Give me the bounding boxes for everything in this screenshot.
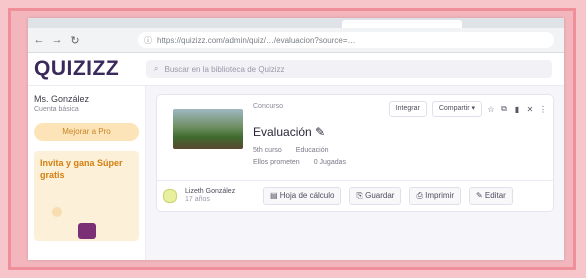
print-label: Imprimir [425, 191, 454, 200]
address-text: https://quizizz.com/admin/quiz/…/evaluac… [157, 35, 356, 45]
bookmark-icon[interactable]: ▮ [513, 105, 521, 114]
edit-pencil-icon[interactable]: ✎ [315, 125, 325, 139]
tab-strip [28, 18, 564, 28]
author-info: Lizeth González 17 años [185, 188, 255, 204]
search-input[interactable]: ⌕ Buscar en la biblioteca de Quizizz [146, 60, 552, 78]
quiz-type: Concurso [253, 103, 283, 110]
quiz-title: Evaluación ✎ [253, 125, 325, 139]
share-button[interactable]: Compartir ▾ [431, 101, 482, 117]
print-button[interactable]: ⎙ Imprimir [409, 187, 461, 205]
site-info-icon[interactable]: ⓘ [144, 35, 152, 46]
browser-toolbar: ← → ↻ ⓘ https://quizizz.com/admin/quiz/…… [28, 28, 564, 53]
subject-meta: Educación [295, 147, 329, 154]
save-label: Guardar [365, 191, 395, 200]
quiz-card-footer: Lizeth González 17 años ▤ Hoja de cálcul… [157, 180, 553, 211]
worksheet-button[interactable]: ▤ Hoja de cálculo [263, 187, 342, 205]
avatar [163, 189, 177, 203]
grade-meta: 5th curso [253, 147, 282, 154]
author-name: Lizeth González [185, 188, 236, 195]
integrate-button[interactable]: Integrar [388, 101, 427, 117]
user-name: Ms. González [34, 94, 90, 104]
browser-window: ← → ↻ ⓘ https://quizizz.com/admin/quiz/…… [28, 18, 564, 260]
promo-title: Invita y gana Súper gratis [40, 158, 123, 180]
worksheet-label: Hoja de cálculo [279, 191, 335, 200]
app-header: QUIZIZZ ⌕ Buscar en la biblioteca de Qui… [28, 53, 564, 86]
more-icon[interactable]: ⋮ [539, 105, 547, 114]
address-bar[interactable]: ⓘ https://quizizz.com/admin/quiz/…/evalu… [138, 32, 554, 48]
search-placeholder: Buscar en la biblioteca de Quizizz [164, 64, 285, 74]
trash-icon[interactable]: ✕ [526, 105, 534, 114]
promo-badge-icon [52, 207, 62, 217]
gift-icon [78, 223, 96, 239]
account-type: Cuenta básica [34, 106, 79, 113]
quiz-thumbnail [173, 109, 243, 149]
search-icon: ⌕ [154, 64, 159, 73]
forward-icon[interactable]: → [50, 34, 64, 46]
active-tab[interactable] [342, 20, 462, 28]
author-sub: 17 años [185, 196, 210, 203]
quiz-toolbar: Integrar Compartir ▾ ☆ ⧉ ▮ ✕ ⋮ [388, 101, 547, 117]
quizizz-logo[interactable]: QUIZIZZ [28, 57, 146, 81]
edit-label: Editar [484, 191, 506, 200]
questions-meta: Ellos prometen [253, 159, 300, 166]
quiz-card: Concurso Evaluación ✎ 5th curso Educació… [156, 94, 554, 212]
main-area: Ms. González Cuenta básica Mejorar a Pro… [28, 86, 564, 260]
copy-icon[interactable]: ⧉ [500, 104, 508, 114]
content-area: Concurso Evaluación ✎ 5th curso Educació… [146, 86, 564, 260]
quiz-title-text: Evaluación [253, 125, 312, 139]
save-button[interactable]: ⎘ Guardar [349, 187, 402, 205]
reload-icon[interactable]: ↻ [68, 34, 82, 47]
edit-button[interactable]: ✎ Editar [468, 187, 513, 205]
star-icon[interactable]: ☆ [487, 105, 495, 114]
referral-promo[interactable]: Invita y gana Súper gratis [34, 151, 139, 241]
plays-meta: 0 Jugadas [313, 159, 347, 166]
back-icon[interactable]: ← [32, 34, 46, 46]
quiz-meta-row-1: 5th curso Educación [253, 147, 329, 154]
upgrade-button[interactable]: Mejorar a Pro [34, 123, 139, 141]
quiz-meta-row-2: Ellos prometen 0 Jugadas [253, 159, 346, 166]
sidebar: Ms. González Cuenta básica Mejorar a Pro… [28, 86, 146, 260]
